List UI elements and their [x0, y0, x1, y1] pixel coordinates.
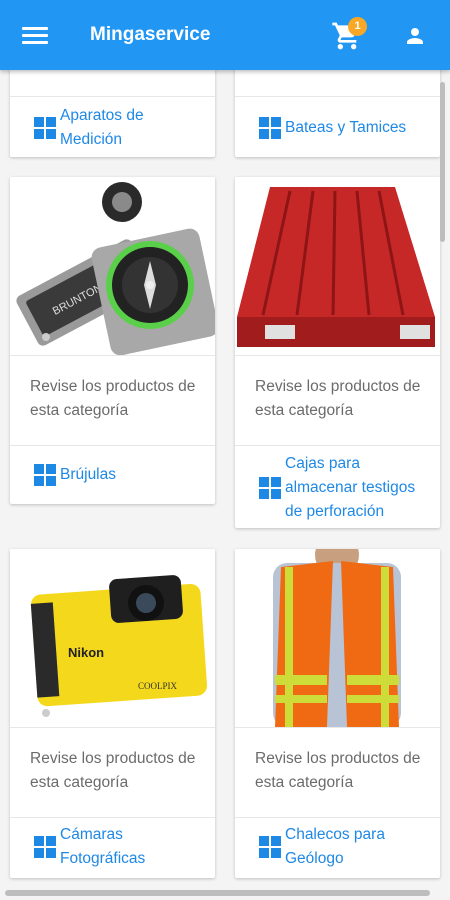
category-link-camaras[interactable]: Cámaras Fotográficas: [34, 823, 160, 871]
category-card[interactable]: Revise los productos de esta categoría C…: [235, 177, 440, 528]
svg-text:COOLPIX: COOLPIX: [138, 681, 178, 691]
category-link-aparatos[interactable]: Aparatos de Medición: [34, 104, 170, 152]
card-description: Revise los productos de esta categoría: [255, 750, 421, 791]
compass-image: BRUNTON: [10, 177, 215, 355]
grid-icon: [259, 117, 281, 139]
category-link-cajas[interactable]: Cajas para almacenar testigos de perfora…: [259, 452, 435, 524]
grid-icon: [259, 477, 281, 499]
card-description: Revise los productos de esta categoría: [255, 378, 421, 419]
vest-image: [235, 549, 440, 727]
category-link-chalecos[interactable]: Chalecos para Geólogo: [259, 823, 400, 871]
app-bar: Mingaservice 1: [0, 0, 450, 70]
category-card[interactable]: Revise los productos de esta categoría C…: [235, 549, 440, 878]
category-card[interactable]: Nikon COOLPIX Revise los productos de es…: [10, 549, 215, 878]
grid-icon: [34, 464, 56, 486]
app-title: Mingaservice: [90, 24, 211, 45]
user-icon: [407, 28, 423, 44]
grid-icon: [34, 117, 56, 139]
category-link-brujulas[interactable]: Brújulas: [34, 463, 116, 487]
horizontal-scrollbar[interactable]: [5, 890, 430, 896]
grid-icon: [259, 836, 281, 858]
category-link-bateas[interactable]: Bateas y Tamices: [259, 116, 406, 140]
core-tray-image: [235, 177, 440, 355]
cart-count-badge: 1: [348, 17, 367, 36]
svg-text:Nikon: Nikon: [68, 645, 104, 660]
grid-icon: [34, 836, 56, 858]
card-description: Revise los productos de esta categoría: [30, 378, 196, 419]
card-description: Revise los productos de esta categoría: [30, 750, 196, 791]
account-button[interactable]: [402, 24, 428, 48]
vertical-scrollbar[interactable]: [440, 82, 445, 242]
camera-image: Nikon COOLPIX: [10, 549, 215, 727]
category-card[interactable]: BRUNTON Revise los productos de esta cat…: [10, 177, 215, 504]
menu-icon[interactable]: [22, 24, 48, 46]
